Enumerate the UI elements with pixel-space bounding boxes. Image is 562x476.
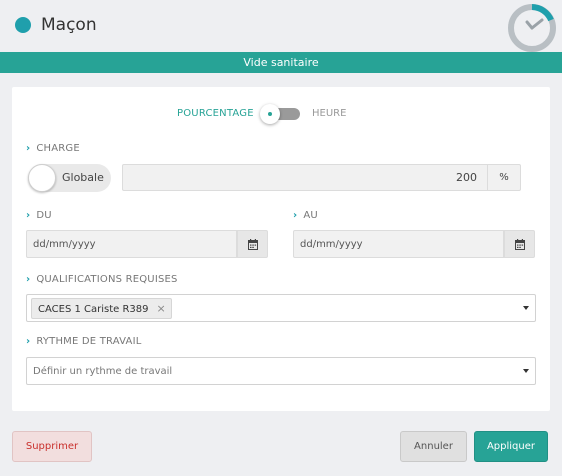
charge-input[interactable]: 200 [122, 164, 488, 191]
qualifications-label: › QUALIFICATIONS REQUISES [26, 274, 178, 285]
rythme-label: › RYTHME DE TRAVAIL [26, 336, 142, 347]
rythme-placeholder: Définir un rythme de travail [33, 366, 173, 377]
chevron-right-icon: › [26, 210, 31, 221]
clock-icon[interactable] [506, 2, 558, 54]
au-calendar-button[interactable] [504, 230, 535, 258]
cancel-button[interactable]: Annuler [400, 431, 467, 462]
charge-unit: % [488, 164, 521, 191]
au-date-input[interactable]: dd/mm/yyyy [293, 230, 504, 258]
form-panel: POURCENTAGE HEURE › CHARGE Globale 200 % … [12, 87, 550, 411]
dropdown-caret-icon[interactable] [523, 369, 529, 373]
chevron-right-icon: › [293, 210, 298, 221]
calendar-icon [515, 239, 525, 250]
subtitle-banner: Vide sanitaire [0, 52, 562, 73]
page-title: Maçon [41, 15, 97, 35]
chevron-right-icon: › [26, 336, 31, 347]
qualifications-select[interactable]: CACES 1 Cariste R389 × [26, 294, 536, 322]
apply-button[interactable]: Appliquer [474, 431, 548, 462]
qualification-tag-label: CACES 1 Cariste R389 [38, 304, 149, 315]
au-label: › AU [293, 210, 318, 221]
globale-switch-label: Globale [62, 171, 104, 184]
qualification-tag: CACES 1 Cariste R389 × [31, 298, 172, 319]
charge-label: › CHARGE [26, 143, 80, 154]
globale-switch-knob[interactable] [28, 164, 56, 192]
calendar-icon [248, 239, 258, 250]
header: Maçon [0, 0, 562, 52]
remove-tag-icon[interactable]: × [157, 302, 166, 315]
globale-switch[interactable]: Globale [28, 164, 111, 192]
mode-switch[interactable] [260, 104, 300, 124]
rythme-select[interactable]: Définir un rythme de travail [26, 357, 536, 385]
mode-label-percentage[interactable]: POURCENTAGE [177, 108, 254, 119]
du-date-input[interactable]: dd/mm/yyyy [26, 230, 237, 258]
dropdown-caret-icon[interactable] [523, 306, 529, 310]
du-calendar-button[interactable] [237, 230, 268, 258]
chevron-right-icon: › [26, 143, 31, 154]
mode-label-hours[interactable]: HEURE [312, 108, 346, 119]
du-label: › DU [26, 210, 52, 221]
status-dot [15, 17, 31, 33]
switch-knob[interactable] [260, 104, 280, 124]
mode-toggle: POURCENTAGE HEURE [12, 104, 550, 124]
delete-button[interactable]: Supprimer [12, 431, 92, 462]
chevron-right-icon: › [26, 274, 31, 285]
